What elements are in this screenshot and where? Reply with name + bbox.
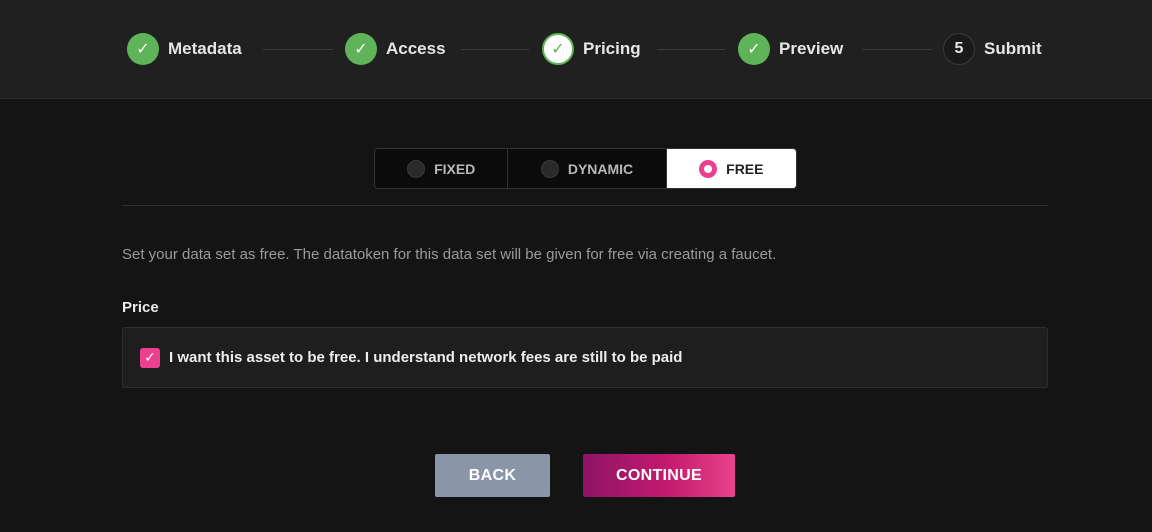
step-metadata[interactable]: ✓ Metadata xyxy=(127,32,242,66)
tab-dynamic[interactable]: DYNAMIC xyxy=(508,149,667,188)
step-submit[interactable]: 5 Submit xyxy=(943,32,1042,66)
tab-fixed[interactable]: FIXED xyxy=(375,149,509,188)
step-access[interactable]: ✓ Access xyxy=(345,32,446,66)
stepper-bar: ✓ Metadata ✓ Access ✓ Pricing ✓ Preview … xyxy=(0,0,1152,99)
step-label: Preview xyxy=(779,39,844,58)
free-price-box: ✓ I want this asset to be free. I unders… xyxy=(122,327,1048,388)
back-button[interactable]: BACK xyxy=(435,454,550,497)
checkbox-checked-icon[interactable]: ✓ xyxy=(140,347,160,368)
step-label: Access xyxy=(386,39,446,58)
continue-button[interactable]: CONTINUE xyxy=(583,454,735,497)
tab-label: FIXED xyxy=(434,160,476,177)
free-checkbox-label[interactable]: I want this asset to be free. I understa… xyxy=(169,349,682,366)
step-connector xyxy=(263,49,333,50)
check-icon: ✓ xyxy=(345,33,377,65)
check-icon: ✓ xyxy=(127,33,159,65)
check-icon: ✓ xyxy=(542,33,574,65)
step-pricing[interactable]: ✓ Pricing xyxy=(542,32,641,66)
step-label: Metadata xyxy=(168,39,242,58)
step-connector xyxy=(862,49,932,50)
tab-label: DYNAMIC xyxy=(567,160,634,177)
radio-icon xyxy=(540,159,559,178)
pricing-description: Set your data set as free. The datatoken… xyxy=(122,246,777,263)
step-label: Submit xyxy=(984,39,1042,58)
price-label: Price xyxy=(122,299,159,316)
tab-label: FREE xyxy=(726,160,764,177)
step-connector xyxy=(657,49,725,50)
pricing-type-tabs: FIXED DYNAMIC FREE xyxy=(374,148,797,189)
step-number: 5 xyxy=(943,33,975,65)
step-label: Pricing xyxy=(583,39,641,58)
step-connector xyxy=(461,49,529,50)
tab-free[interactable]: FREE xyxy=(666,149,796,188)
divider xyxy=(122,205,1048,206)
radio-icon xyxy=(407,159,426,178)
radio-icon xyxy=(699,159,718,178)
step-preview[interactable]: ✓ Preview xyxy=(738,32,843,66)
check-icon: ✓ xyxy=(738,33,770,65)
